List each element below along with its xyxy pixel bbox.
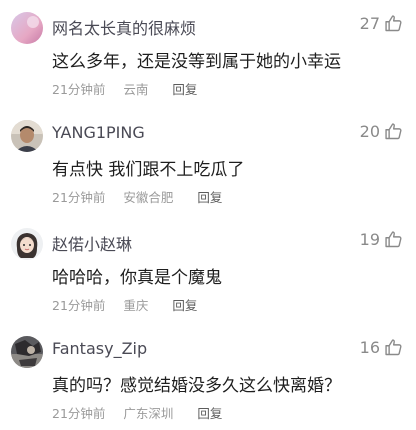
like-count: 19	[359, 230, 380, 249]
like-button[interactable]: 16	[360, 337, 404, 358]
like-button[interactable]: 20	[360, 121, 404, 142]
reply-button[interactable]: 回复	[172, 298, 197, 313]
comment-text: 这么多年，还是没等到属于她的小幸运	[52, 52, 341, 72]
username[interactable]: Fantasy_Zip	[52, 339, 147, 358]
comment-item: Fantasy_Zip 16 真的吗？感觉结婚没多久这么快离婚？ 21分钟前 广…	[0, 324, 416, 430]
comment-meta: 21分钟前 重庆 回复	[52, 295, 211, 314]
avatar-dark-photo-icon	[11, 336, 43, 368]
user-avatar[interactable]	[11, 228, 43, 260]
comment-item: YANG1PING 20 有点快 我们跟不上吃瓜了 21分钟前 安徽合肥 回复	[0, 108, 416, 215]
comment-meta: 21分钟前 广东深圳 回复	[52, 403, 236, 422]
thumbs-up-icon	[385, 123, 402, 140]
comment-text: 哈哈哈，你真是个魔鬼	[52, 268, 222, 288]
comment-text: 真的吗？感觉结婚没多久这么快离婚？	[52, 376, 341, 396]
reply-button[interactable]: 回复	[197, 190, 222, 205]
username[interactable]: 网名太长真的很麻烦	[52, 15, 196, 39]
comment-location: 安徽合肥	[123, 190, 174, 205]
username[interactable]: YANG1PING	[52, 123, 145, 142]
comment-item: 网名太长真的很麻烦 27 这么多年，还是没等到属于她的小幸运 21分钟前 云南 …	[0, 0, 416, 107]
user-avatar[interactable]	[11, 336, 43, 368]
comment-location: 云南	[123, 82, 149, 97]
like-count: 20	[359, 122, 380, 141]
comment-time: 21分钟前	[52, 190, 106, 205]
thumbs-up-icon	[385, 231, 402, 248]
like-button[interactable]: 27	[360, 13, 404, 34]
thumbs-up-icon	[385, 339, 402, 356]
comment-location: 广东深圳	[123, 406, 174, 421]
user-avatar[interactable]	[11, 12, 43, 44]
comment-item: 赵偌小赵琳 19 哈哈哈，你真是个魔鬼 21分钟前 重庆 回复	[0, 216, 416, 323]
comment-list: 网名太长真的很麻烦 27 这么多年，还是没等到属于她的小幸运 21分钟前 云南 …	[0, 0, 416, 430]
username[interactable]: 赵偌小赵琳	[52, 231, 132, 255]
user-avatar[interactable]	[11, 120, 43, 152]
thumbs-up-icon	[385, 15, 402, 32]
comment-time: 21分钟前	[52, 406, 106, 421]
comment-time: 21分钟前	[52, 298, 106, 313]
comment-time: 21分钟前	[52, 82, 106, 97]
like-count: 16	[359, 338, 380, 357]
avatar-pink-gradient-icon	[11, 12, 43, 44]
avatar-girl-cartoon-icon	[11, 228, 43, 260]
like-count: 27	[359, 14, 380, 33]
avatar-person-photo-icon	[11, 120, 43, 152]
like-button[interactable]: 19	[360, 229, 404, 250]
reply-button[interactable]: 回复	[197, 406, 222, 421]
comment-meta: 21分钟前 云南 回复	[52, 79, 211, 98]
comment-meta: 21分钟前 安徽合肥 回复	[52, 187, 236, 206]
comment-location: 重庆	[123, 298, 149, 313]
reply-button[interactable]: 回复	[172, 82, 197, 97]
comment-text: 有点快 我们跟不上吃瓜了	[52, 160, 245, 180]
